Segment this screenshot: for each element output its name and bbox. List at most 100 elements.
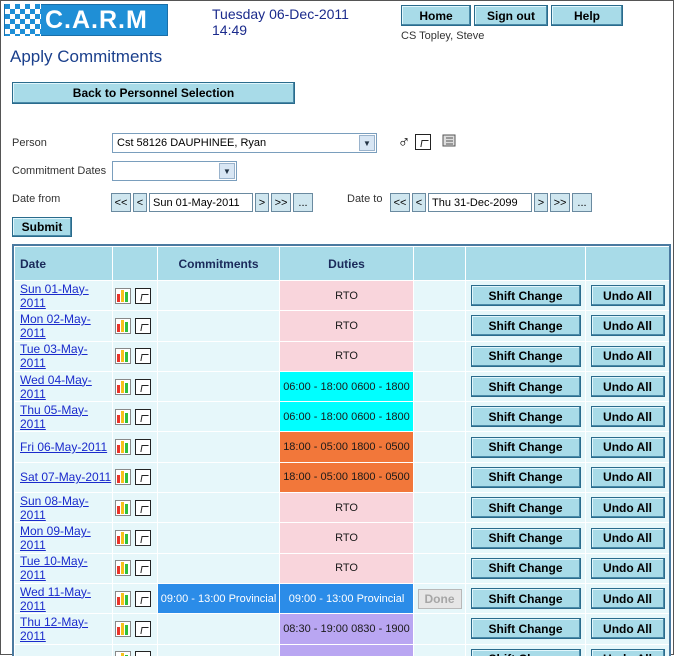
shift-change-cell: Shift Change bbox=[465, 613, 586, 645]
date-link[interactable]: Sun 01-May-2011 bbox=[20, 282, 89, 310]
note-icon[interactable] bbox=[415, 134, 431, 150]
person-select[interactable]: Cst 58126 DAUPHINEE, Ryan ▼ bbox=[112, 133, 377, 153]
date-to-input[interactable]: Thu 31-Dec-2099 bbox=[428, 193, 532, 212]
shift-change-button[interactable]: Shift Change bbox=[470, 315, 581, 337]
date-from-input[interactable]: Sun 01-May-2011 bbox=[149, 193, 253, 212]
undo-all-button[interactable]: Undo All bbox=[590, 315, 665, 337]
date-from-prev-button[interactable]: < bbox=[133, 193, 147, 212]
date-from-last-button[interactable]: >> bbox=[271, 193, 291, 212]
undo-all-button[interactable]: Undo All bbox=[590, 406, 665, 428]
date-to-prev-button[interactable]: < bbox=[412, 193, 426, 212]
undo-all-button[interactable]: Undo All bbox=[590, 466, 665, 488]
shift-change-button[interactable]: Shift Change bbox=[470, 345, 581, 367]
date-link[interactable]: Mon 02-May-2011 bbox=[20, 312, 91, 340]
note-icon[interactable] bbox=[135, 378, 151, 395]
undo-all-button[interactable]: Undo All bbox=[590, 557, 665, 579]
bar-chart-icon[interactable] bbox=[115, 469, 131, 486]
note-icon[interactable] bbox=[135, 317, 151, 334]
duty-text: RTO bbox=[335, 501, 358, 514]
note-icon[interactable] bbox=[135, 469, 151, 486]
undo-all-button[interactable]: Undo All bbox=[590, 527, 665, 549]
note-icon[interactable] bbox=[135, 499, 151, 516]
undo-all-button[interactable]: Undo All bbox=[590, 497, 665, 519]
row-icons-cell bbox=[112, 340, 158, 372]
undo-all-cell: Undo All bbox=[585, 552, 669, 584]
shift-change-button[interactable]: Shift Change bbox=[470, 557, 581, 579]
bar-chart-icon[interactable] bbox=[115, 590, 131, 607]
date-from-first-button[interactable]: << bbox=[111, 193, 131, 212]
bar-chart-icon[interactable] bbox=[115, 287, 131, 304]
commitment-dates-select[interactable]: ▼ bbox=[112, 161, 237, 181]
row-icons-cell bbox=[112, 370, 158, 403]
date-link[interactable]: Sat 07-May-2011 bbox=[20, 470, 111, 484]
bar-chart-icon[interactable] bbox=[115, 348, 131, 365]
date-link[interactable]: Wed 11-May-2011 bbox=[20, 585, 91, 613]
bar-chart-icon[interactable] bbox=[115, 620, 131, 637]
date-to-label: Date to bbox=[347, 193, 383, 205]
undo-all-button[interactable]: Undo All bbox=[590, 345, 665, 367]
shift-change-button[interactable]: Shift Change bbox=[470, 285, 581, 307]
sign-out-button[interactable]: Sign out bbox=[474, 5, 548, 26]
undo-all-button[interactable]: Undo All bbox=[590, 588, 665, 610]
bar-chart-icon[interactable] bbox=[115, 530, 131, 547]
date-link[interactable]: Wed 04-May-2011 bbox=[20, 373, 92, 401]
note-icon[interactable] bbox=[135, 651, 151, 656]
note-icon[interactable] bbox=[135, 530, 151, 547]
undo-all-button[interactable]: Undo All bbox=[590, 285, 665, 307]
date-to-last-button[interactable]: >> bbox=[550, 193, 570, 212]
shift-change-button[interactable]: Shift Change bbox=[470, 466, 581, 488]
date-link[interactable]: Thu 12-May-2011 bbox=[20, 615, 88, 643]
bar-chart-icon[interactable] bbox=[115, 317, 131, 334]
undo-all-button[interactable]: Undo All bbox=[590, 436, 665, 458]
undo-all-cell: Undo All bbox=[585, 522, 669, 554]
date-link[interactable]: Mon 09-May-2011 bbox=[20, 524, 91, 552]
date-link[interactable]: Thu 05-May-2011 bbox=[20, 403, 88, 431]
date-link[interactable]: Sun 08-May-2011 bbox=[20, 494, 89, 522]
bar-chart-icon[interactable] bbox=[115, 408, 131, 425]
header-undo-all bbox=[585, 246, 669, 281]
date-cell: Sat 07-May-2011 bbox=[14, 461, 113, 494]
done-cell bbox=[413, 310, 466, 342]
bar-chart-icon[interactable] bbox=[115, 651, 131, 656]
shift-change-button[interactable]: Shift Change bbox=[470, 406, 581, 428]
note-icon[interactable] bbox=[135, 590, 151, 607]
date-link[interactable]: Fri 06-May-2011 bbox=[20, 440, 107, 454]
date-from-picker-button[interactable]: ... bbox=[293, 193, 313, 212]
duty-cell: 18:00 - 05:00 1800 - 0500 bbox=[279, 431, 414, 463]
shift-change-button[interactable]: Shift Change bbox=[470, 527, 581, 549]
done-button[interactable]: Done bbox=[417, 588, 462, 609]
shift-change-button[interactable]: Shift Change bbox=[470, 376, 581, 398]
note-icon[interactable] bbox=[135, 560, 151, 577]
shift-change-button[interactable]: Shift Change bbox=[470, 588, 581, 610]
page-title: Apply Commitments bbox=[10, 47, 163, 66]
submit-button[interactable]: Submit bbox=[12, 217, 72, 237]
undo-all-button[interactable]: Undo All bbox=[590, 618, 665, 640]
shift-change-button[interactable]: Shift Change bbox=[470, 618, 581, 640]
bar-chart-icon[interactable] bbox=[115, 499, 131, 516]
date-link[interactable]: Tue 03-May-2011 bbox=[20, 342, 88, 370]
bar-chart-icon[interactable] bbox=[115, 378, 131, 395]
home-button[interactable]: Home bbox=[401, 5, 471, 26]
back-to-personnel-button[interactable]: Back to Personnel Selection bbox=[12, 82, 295, 104]
note-icon[interactable] bbox=[135, 620, 151, 637]
bar-chart-icon[interactable] bbox=[115, 560, 131, 577]
date-from-next-button[interactable]: > bbox=[255, 193, 269, 212]
current-date: Tuesday 06-Dec-2011 bbox=[212, 6, 349, 22]
bar-chart-icon[interactable] bbox=[115, 439, 131, 456]
shift-change-button[interactable]: Shift Change bbox=[470, 497, 581, 519]
date-link[interactable]: Tue 10-May-2011 bbox=[20, 554, 88, 582]
date-to-first-button[interactable]: << bbox=[390, 193, 410, 212]
date-to-picker-button[interactable]: ... bbox=[572, 193, 592, 212]
undo-all-button[interactable]: Undo All bbox=[590, 376, 665, 398]
note-icon[interactable] bbox=[135, 287, 151, 304]
note-icon[interactable] bbox=[135, 408, 151, 425]
note-icon[interactable] bbox=[135, 348, 151, 365]
notebook-icon[interactable] bbox=[441, 134, 457, 148]
date-cell: Mon 02-May-2011 bbox=[14, 310, 113, 342]
note-icon[interactable] bbox=[135, 439, 151, 456]
help-button[interactable]: Help bbox=[551, 5, 623, 26]
shift-change-button[interactable]: Shift Change bbox=[470, 436, 581, 458]
date-to-next-button[interactable]: > bbox=[534, 193, 548, 212]
duty-cell: 08:30 - 19:00 0830 - 1900 bbox=[279, 613, 414, 645]
commitment-cell bbox=[157, 613, 280, 645]
